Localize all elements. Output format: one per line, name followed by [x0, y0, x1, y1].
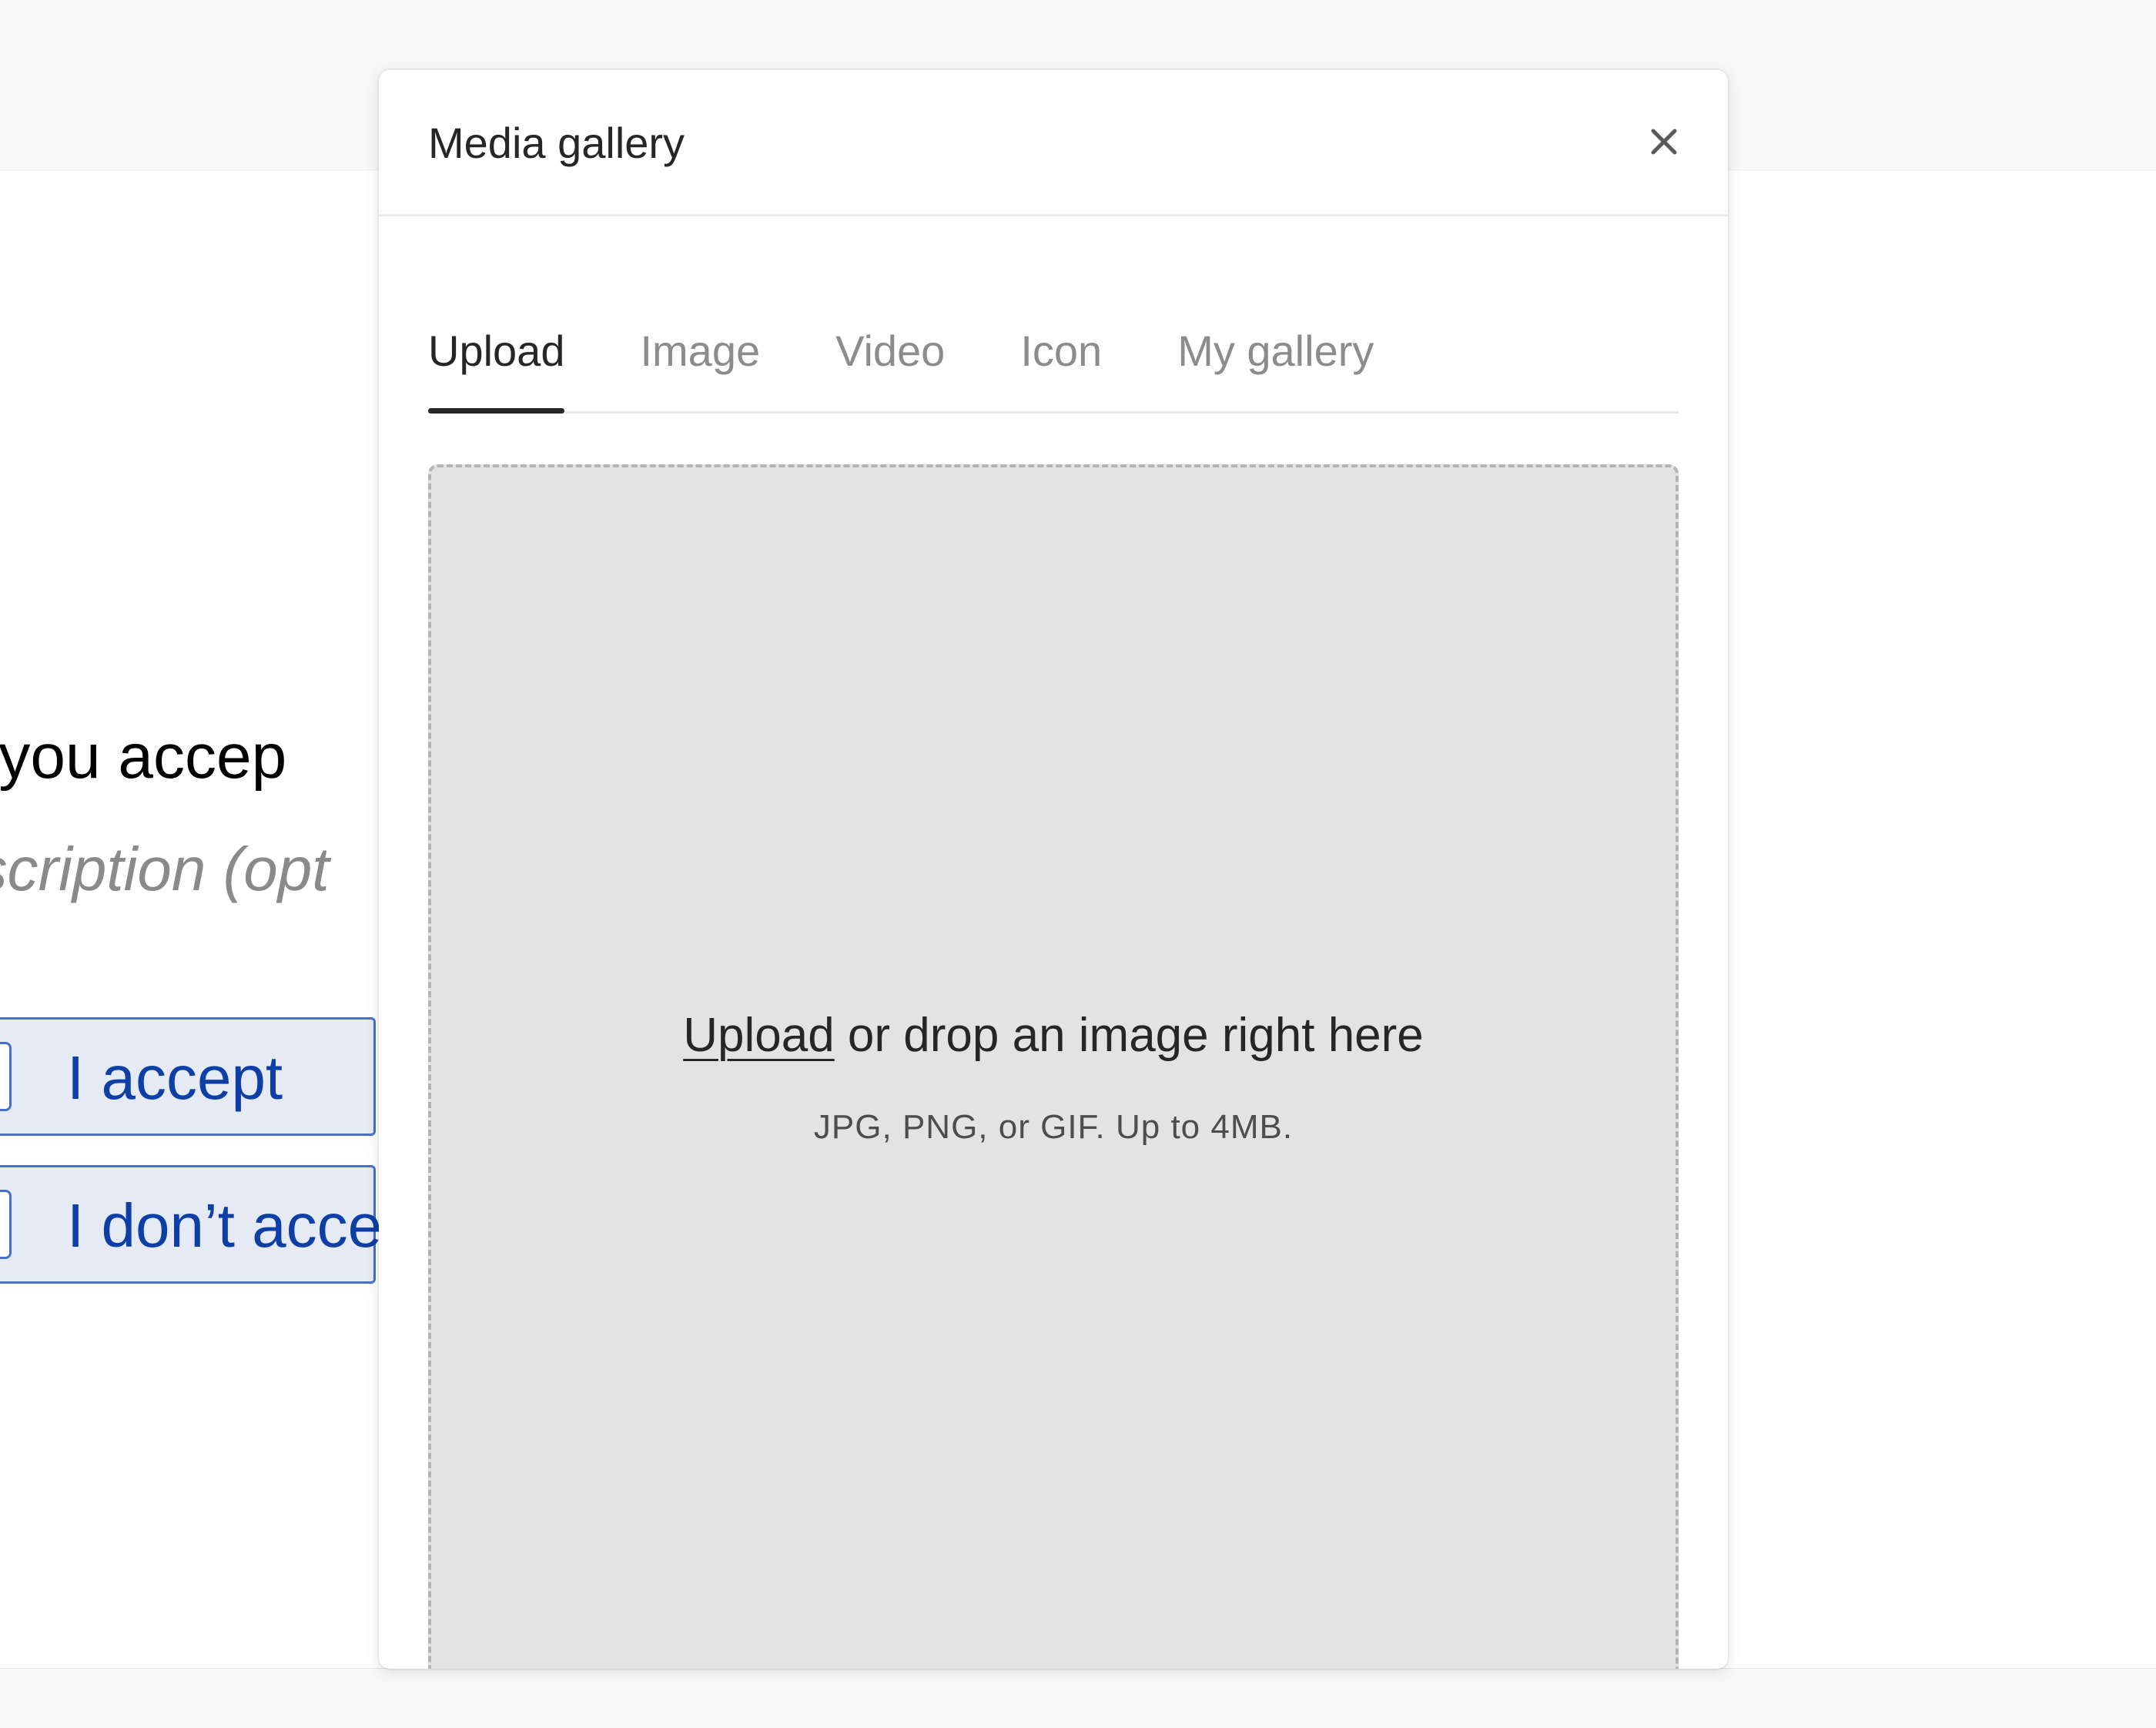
question-title[interactable]: o you accep: [0, 721, 286, 793]
upload-dropzone[interactable]: Upload or drop an image right here JPG, …: [428, 464, 1679, 1669]
close-icon: [1651, 129, 1677, 155]
dropzone-hint: JPG, PNG, or GIF. Up to 4MB.: [813, 1108, 1294, 1146]
choice-key-b: B: [0, 1190, 12, 1259]
choice-key-a: A: [0, 1042, 12, 1111]
choice-label-a: I accept: [67, 1043, 283, 1112]
choice-option-b[interactable]: B I don’t acce: [0, 1165, 382, 1284]
modal-header: Media gallery: [379, 70, 1728, 216]
tab-image[interactable]: Image: [640, 326, 760, 411]
dropzone-message: Upload or drop an image right here: [431, 1008, 1676, 1063]
modal-title: Media gallery: [428, 119, 685, 167]
tab-icon[interactable]: Icon: [1020, 326, 1102, 411]
tab-upload[interactable]: Upload: [428, 326, 565, 414]
upload-link[interactable]: Upload: [683, 1009, 834, 1062]
choice-label-b: I don’t acce: [67, 1191, 383, 1260]
app-stage: o you accep escription (opt A I accept B…: [0, 0, 2156, 1728]
close-button[interactable]: [1637, 115, 1691, 169]
media-tabs: Upload Image Video Icon My gallery: [428, 216, 1679, 414]
question-description[interactable]: escription (opt: [0, 834, 329, 905]
choice-option-a[interactable]: A I accept: [0, 1017, 376, 1136]
tab-video[interactable]: Video: [835, 326, 945, 411]
media-gallery-modal: Media gallery Upload Image Video Icon My…: [379, 70, 1728, 1669]
dropzone-text: or drop an image right here: [834, 1009, 1424, 1062]
tab-my-gallery[interactable]: My gallery: [1177, 326, 1374, 411]
